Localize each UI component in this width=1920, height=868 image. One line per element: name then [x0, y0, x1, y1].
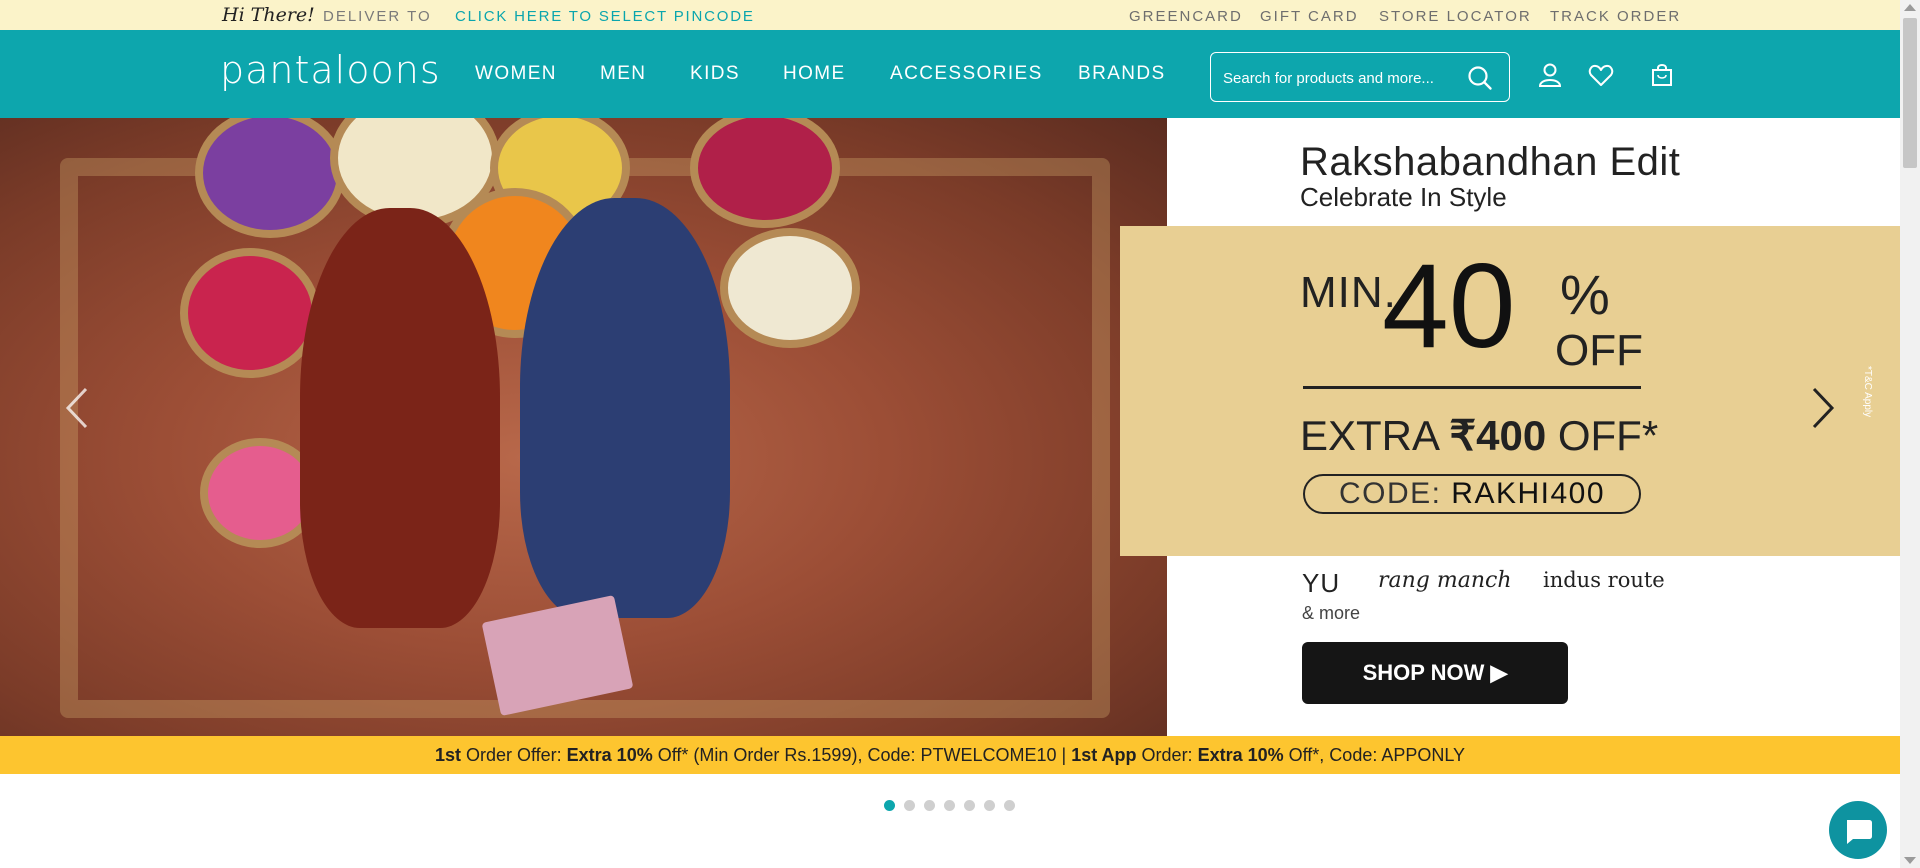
offer-part-4: Off* (Min Order Rs.1599), Code: PTWELCOM… — [652, 745, 1072, 765]
scroll-down-arrow-icon[interactable] — [1904, 857, 1916, 864]
model-woman — [520, 198, 730, 618]
carousel-dot[interactable] — [944, 800, 955, 811]
carousel-dot[interactable] — [924, 800, 935, 811]
nav-kids[interactable]: KIDS — [690, 63, 740, 85]
model-man — [300, 208, 500, 628]
scroll-up-arrow-icon[interactable] — [1904, 4, 1916, 11]
top-utility-bar: Hi There! DELIVER TO CLICK HERE TO SELEC… — [0, 0, 1900, 30]
coupon-code: RAKHI400 — [1451, 477, 1606, 510]
discount-panel: MIN. 40 % OFF EXTRA ₹400 OFF* CODE: RAKH… — [1120, 226, 1900, 556]
percent-sign: % — [1560, 263, 1610, 326]
carousel-next-chevron-icon[interactable] — [1808, 383, 1838, 433]
brand-yu-logo: YU — [1302, 568, 1341, 598]
greencard-link[interactable]: GREENCARD — [1129, 8, 1243, 25]
deliver-to-label: DELIVER TO — [323, 8, 432, 25]
select-pincode-link[interactable]: CLICK HERE TO SELECT PINCODE — [455, 8, 755, 25]
carousel-dot[interactable] — [904, 800, 915, 811]
search-icon[interactable] — [1467, 65, 1493, 91]
bag-icon[interactable] — [1649, 62, 1675, 88]
brand-rang-manch-logo: rang manch — [1378, 568, 1512, 593]
chat-bubble-icon — [1847, 820, 1872, 844]
discount-value: 40 — [1382, 239, 1516, 373]
chat-button[interactable] — [1829, 801, 1887, 859]
extra-prefix: EXTRA — [1300, 412, 1450, 459]
offer-part-5: 1st App — [1071, 745, 1137, 765]
search-box — [1210, 52, 1510, 102]
carousel-dot[interactable] — [964, 800, 975, 811]
carousel-prev-chevron-icon[interactable] — [62, 383, 92, 433]
account-icon[interactable] — [1537, 62, 1563, 88]
hero-banner[interactable]: Rakshabandhan Edit Celebrate In Style MI… — [0, 118, 1900, 736]
carousel-dot[interactable] — [984, 800, 995, 811]
promo-subheading: Celebrate In Style — [1300, 182, 1507, 212]
nav-women[interactable]: WOMEN — [475, 63, 557, 85]
and-more-text: & more — [1302, 603, 1361, 623]
flower-basket-cream — [720, 228, 860, 348]
promo-heading: Rakshabandhan Edit — [1300, 140, 1681, 184]
nav-accessories[interactable]: ACCESSORIES — [890, 63, 1043, 85]
offer-part-2: Order Offer: — [460, 745, 567, 765]
search-input[interactable] — [1223, 65, 1463, 91]
code-label: CODE: — [1338, 477, 1452, 510]
main-header: pantaloons WOMEN MEN KIDS HOME ACCESSORI… — [0, 30, 1900, 118]
offer-part-3: Extra 10% — [566, 745, 653, 765]
offer-part-8: Off*, Code: APPONLY — [1283, 745, 1466, 765]
carousel-dot[interactable] — [884, 800, 895, 811]
greeting-text: Hi There! — [222, 4, 315, 26]
carousel-dot[interactable] — [1004, 800, 1015, 811]
nav-brands[interactable]: BRANDS — [1078, 63, 1166, 85]
page-scrollbar[interactable] — [1900, 0, 1920, 868]
extra-suffix: OFF* — [1546, 412, 1659, 459]
extra-amount: ₹400 — [1449, 412, 1547, 459]
offer-part-7: Extra 10% — [1197, 745, 1284, 765]
store-locator-link[interactable]: STORE LOCATOR — [1379, 8, 1532, 25]
brand-indus-route-logo: indus route — [1543, 568, 1665, 592]
offer-part-6: Order: — [1136, 745, 1198, 765]
track-order-link[interactable]: TRACK ORDER — [1550, 8, 1681, 25]
off-label: OFF — [1555, 326, 1643, 375]
wishlist-icon[interactable] — [1588, 62, 1614, 88]
flower-basket-pink — [180, 248, 320, 378]
coupon-code-pill: CODE: RAKHI400 — [1303, 474, 1641, 514]
scroll-thumb[interactable] — [1903, 18, 1917, 168]
divider — [1303, 386, 1641, 389]
tnc-note: *T&C Apply — [1862, 366, 1873, 418]
shop-now-button[interactable]: SHOP NOW ▶ — [1302, 642, 1568, 704]
nav-men[interactable]: MEN — [600, 63, 646, 85]
extra-offer: EXTRA ₹400 OFF* — [1300, 411, 1658, 460]
hero-photo — [0, 118, 1167, 736]
pantaloons-logo[interactable]: pantaloons — [220, 48, 441, 92]
nav-home[interactable]: HOME — [783, 63, 846, 85]
gift-card-link[interactable]: GIFT CARD — [1260, 8, 1359, 25]
offer-part-1: 1st — [434, 745, 461, 765]
first-order-offer-strip: 1st Order Offer: Extra 10% Off* (Min Ord… — [0, 736, 1900, 774]
